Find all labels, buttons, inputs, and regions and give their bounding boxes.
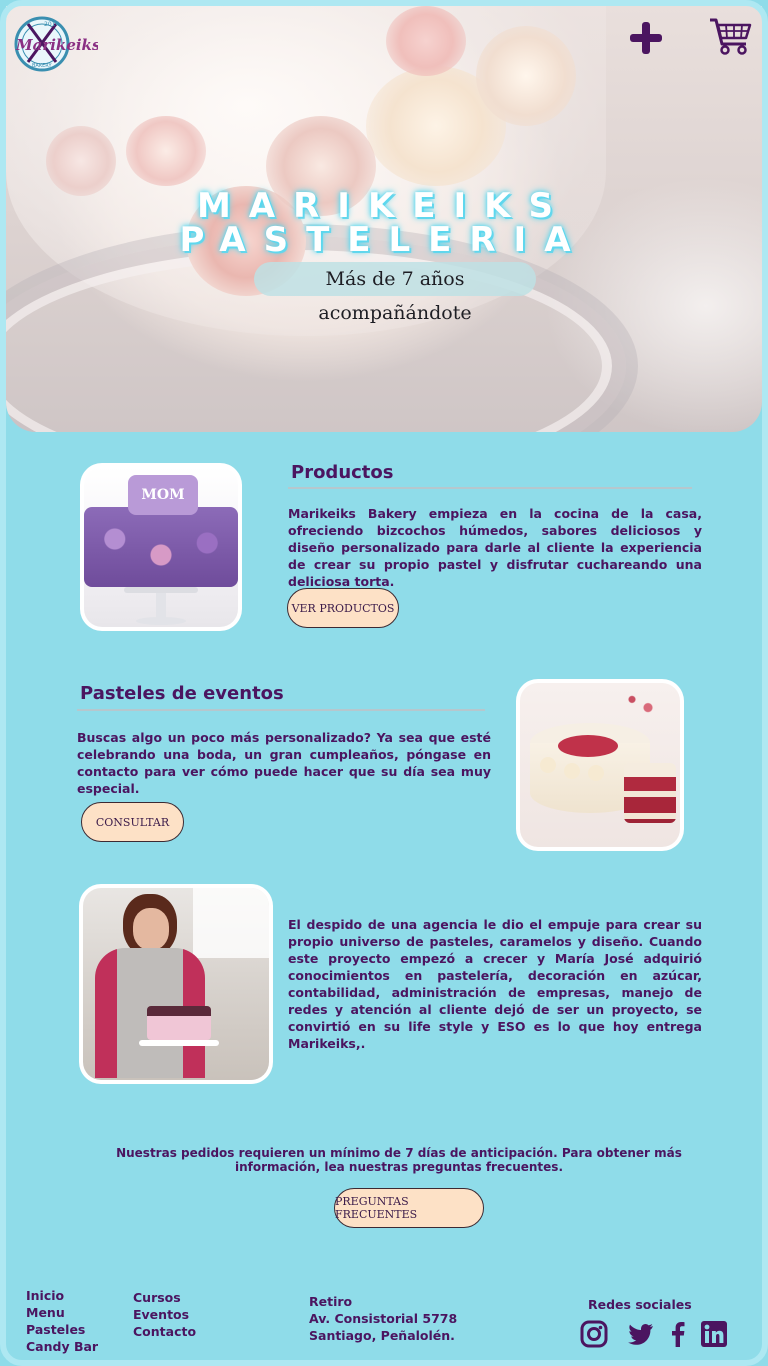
cake-stand-stem	[156, 593, 166, 619]
productos-title: Productos	[291, 462, 394, 483]
footer-address-line1: Retiro	[309, 1294, 353, 1309]
productos-divider	[288, 487, 692, 489]
svg-text:Marikeiks: Marikeiks	[15, 36, 98, 54]
cream-swirl	[588, 765, 604, 781]
baker-image	[79, 884, 273, 1084]
footer-link-inicio[interactable]: Inicio	[26, 1288, 64, 1303]
sugar-flower	[386, 6, 466, 76]
footer-link-eventos[interactable]: Eventos	[133, 1307, 189, 1322]
productos-text: Marikeiks Bakery empieza en la cocina de…	[288, 506, 702, 589]
preguntas-frecuentes-button[interactable]: PREGUNTAS FRECUENTES	[334, 1188, 484, 1228]
consultar-button[interactable]: CONSULTAR	[81, 802, 184, 842]
linkedin-icon[interactable]	[700, 1320, 728, 1348]
footer-address-line3: Santiago, Peñalolén.	[309, 1328, 455, 1343]
hero-subtitle: Más de 7 años acompañándote	[254, 262, 536, 324]
twitter-icon[interactable]	[626, 1320, 654, 1348]
social-title: Redes sociales	[588, 1297, 692, 1312]
footer-link-pasteles[interactable]: Pasteles	[26, 1322, 85, 1337]
cake-red-crumb	[558, 735, 618, 757]
facebook-icon[interactable]	[664, 1320, 692, 1348]
hero-title-line2: PASTELERIA	[179, 220, 589, 260]
footer-link-menu[interactable]: Menu	[26, 1305, 65, 1320]
red-velvet-image	[516, 679, 684, 851]
hero-banner: MARIKEIKS PASTELERIA Más de 7 años acomp…	[6, 6, 762, 432]
cake-topper: MOM	[128, 475, 198, 515]
cream-swirl	[564, 763, 580, 779]
marikeiks-logo[interactable]: 2014 Marikeiks BAKERY	[14, 12, 101, 74]
cream-swirl	[540, 757, 556, 773]
plus-icon[interactable]	[626, 18, 666, 58]
ver-productos-button[interactable]: VER PRODUCTOS	[287, 588, 399, 628]
footer-link-contacto[interactable]: Contacto	[133, 1324, 196, 1339]
footer-link-candy-bar[interactable]: Candy Bar	[26, 1339, 98, 1354]
pink-cake	[147, 1006, 211, 1040]
footer-address-line2: Av. Consistorial 5778	[309, 1311, 458, 1326]
baker-face	[133, 908, 169, 950]
eventos-divider	[77, 709, 485, 711]
kitchen-cabinet	[193, 888, 269, 958]
productos-image: MOM	[80, 463, 242, 631]
shopping-cart-icon[interactable]	[708, 16, 752, 56]
instagram-icon[interactable]	[580, 1320, 608, 1348]
cake-stand-base	[136, 617, 186, 625]
notice-text: Nuestras pedidos requieren un mínimo de …	[116, 1146, 682, 1174]
sugar-flower	[126, 116, 206, 186]
sugar-flower	[476, 26, 576, 126]
cake-slice	[624, 763, 676, 823]
purple-cake	[84, 507, 238, 587]
historia-text: El despido de una agencia le dio el empu…	[288, 917, 702, 1051]
svg-text:BAKERY: BAKERY	[32, 63, 52, 69]
cake-stand	[139, 1040, 219, 1046]
eventos-title: Pasteles de eventos	[80, 683, 284, 704]
svg-text:2014: 2014	[44, 21, 59, 28]
footer-link-cursos[interactable]: Cursos	[133, 1290, 181, 1305]
eventos-text: Buscas algo un poco más personalizado? Y…	[77, 730, 491, 796]
